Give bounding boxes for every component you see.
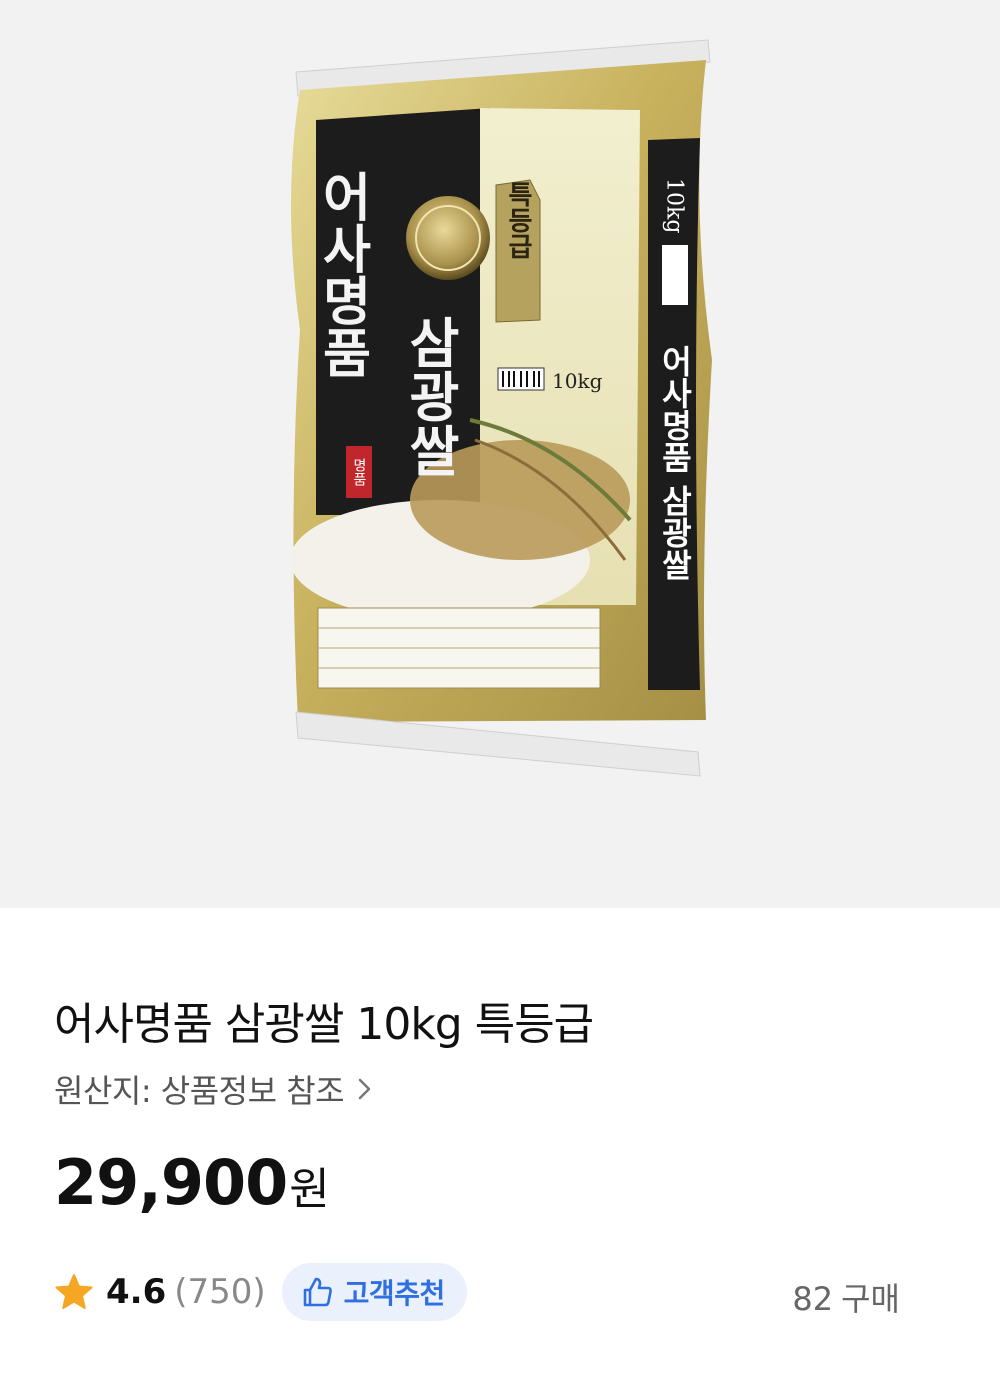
purchase-count-label: 구매 [841,1280,900,1318]
bag-seal: 명품 [351,458,367,486]
bag-weight-side: 10kg [662,178,687,233]
bag-title-right: 삼광쌀 [398,315,462,477]
thumbs-up-icon [303,1277,332,1307]
bag-weight-front: 10kg [552,369,603,393]
chevron-right-icon [358,1078,371,1100]
product-info: 어사명품 삼광쌀 10kg 특등급 원산지: 상품정보 참조 29,900 원 … [0,908,1000,1381]
origin-link[interactable]: 원산지: 상품정보 참조 [54,1066,372,1112]
customer-recommend-badge[interactable]: 고객추천 [281,1263,467,1321]
grade-tag-text: 특등급 [503,181,533,259]
bag-side-text: 어사명품 삼광쌀 [656,345,694,580]
star-icon [55,1274,93,1309]
product-title: 어사명품 삼광쌀 10kg 특등급 [54,999,594,1050]
purchase-count: 82 구매 [792,1274,900,1320]
rice-bag-illustration: 특등급 어사명품 삼광쌀 명품 10kg 10kg 어사명품 삼광쌀 [290,39,712,777]
product-image[interactable]: 특등급 어사명품 삼광쌀 명품 10kg 10kg 어사명품 삼광쌀 [0,0,1000,908]
origin-text: 원산지: 상품정보 참조 [54,1072,345,1110]
price-value: 29,900 [54,1146,288,1219]
rating-row: 4.6 (750) 고객추천 82 구매 [54,1260,954,1324]
price-unit: 원 [289,1164,330,1215]
price: 29,900 원 [54,1146,330,1219]
rating-value: 4.6 [106,1272,167,1312]
bag-title-left: 어사명품 [312,170,373,378]
purchase-count-value: 82 [792,1280,834,1318]
badge-label: 고객추천 [343,1277,446,1310]
review-count[interactable]: (750) [174,1272,265,1312]
